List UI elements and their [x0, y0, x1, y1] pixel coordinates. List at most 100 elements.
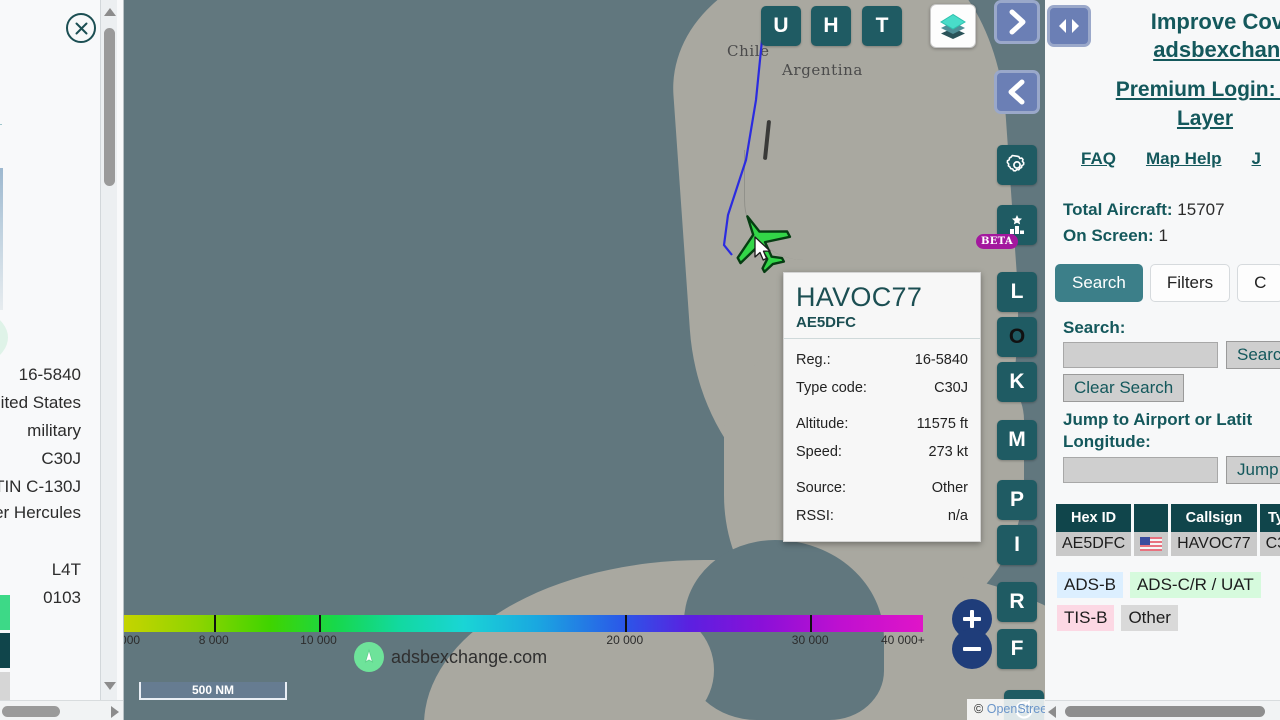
gear-icon [1006, 154, 1025, 172]
close-panel-button[interactable] [66, 13, 96, 43]
total-aircraft-value: 15707 [1177, 200, 1225, 219]
clear-search-button[interactable]: Clear Search [1063, 373, 1185, 402]
popup-spacer [796, 467, 968, 475]
left-panel-horizontal-scrollbar[interactable] [0, 700, 123, 720]
sidebar-heading-line2[interactable]: adsbexchang [1102, 36, 1280, 64]
scale-tick [213, 615, 216, 632]
plus-icon [963, 610, 981, 628]
scroll-up-arrow-icon[interactable] [104, 8, 116, 16]
scale-label-20000: 20 000 [606, 633, 644, 647]
search-input[interactable] [1063, 341, 1218, 368]
popup-label-speed: Speed: [796, 444, 842, 461]
jump-label-line1: Jump to Airport or Latit [1063, 409, 1253, 429]
search-button[interactable]: Searc [1226, 340, 1280, 369]
chevron-right-icon [1009, 9, 1026, 35]
map-next-aircraft-button[interactable] [994, 0, 1040, 44]
map-canvas[interactable]: Chile Argentina U H T BETA L O K M P I R… [124, 0, 1169, 720]
tab-filters[interactable]: Filters [1149, 263, 1231, 302]
scale-label-6000: 6 000 [124, 633, 141, 647]
legend-chip-adsb[interactable]: ADS-B [1057, 571, 1123, 598]
flag-us-svg [1140, 536, 1163, 551]
aircraft-detail-panel[interactable]: opy Link ge.com er 16-5840 nited States … [0, 0, 124, 720]
scroll-left-arrow-icon[interactable] [1048, 706, 1056, 718]
scale-tick [624, 615, 627, 632]
left-panel-hscroll-thumb[interactable] [2, 706, 60, 717]
scroll-down-arrow-icon[interactable] [104, 682, 116, 690]
minus-icon [963, 647, 981, 651]
detail-country: nited States [0, 393, 81, 412]
total-aircraft-row: Total Aircraft: 15707 [1063, 197, 1280, 223]
column-header-hexid[interactable]: Hex ID [1056, 503, 1132, 532]
map-button-i[interactable]: I [997, 525, 1037, 565]
sidebar-panel[interactable]: Improve Cove adsbexchang Premium Login: … [1045, 0, 1280, 720]
map-button-r[interactable]: R [997, 582, 1037, 622]
map-button-p[interactable]: P [997, 480, 1037, 520]
legend-chip-adsc[interactable]: ADS-C/R / UAT [1129, 571, 1261, 598]
left-panel-vertical-scrollbar[interactable] [100, 0, 117, 700]
map-button-k[interactable]: K [997, 362, 1037, 402]
legend-chip-tisb[interactable]: TIS-B [1057, 604, 1115, 631]
scale-label-8000: 8 000 [198, 633, 229, 647]
column-header-callsign[interactable]: Callsign [1171, 503, 1257, 532]
activity-tab-button[interactable]: TIVITY [0, 633, 10, 668]
scale-label-30000: 30 000 [791, 633, 829, 647]
jump-label-line2: Longitude: [1063, 431, 1151, 451]
map-button-o[interactable]: O [997, 317, 1037, 357]
popup-value-typecode: C30J [934, 380, 968, 397]
left-panel-scroll-thumb[interactable] [104, 28, 115, 186]
popup-row-source: Source: Other [796, 475, 968, 503]
jump-section-label: Jump to Airport or Latit Longitude: [1045, 409, 1280, 453]
cell-callsign[interactable]: HAVOC77 [1171, 531, 1257, 556]
aircraft-photo [0, 168, 3, 310]
cell-hexid[interactable]: AE5DFC [1056, 531, 1132, 556]
legend-chip-other[interactable]: Other [1121, 604, 1178, 631]
column-header-type[interactable]: Typ [1259, 503, 1280, 532]
map-button-t[interactable]: T [862, 6, 902, 46]
popup-value-reg: 16-5840 [914, 352, 968, 369]
details-tab-button[interactable]: TAILS [0, 595, 10, 630]
premium-login-link[interactable]: Premium Login: n Layer [1045, 76, 1280, 133]
scroll-right-arrow-icon[interactable] [111, 706, 119, 718]
us-flag-icon [1140, 536, 1163, 551]
source-legend: ADS-B ADS-C/R / UAT TIS-B Other [1045, 571, 1280, 631]
jump-input[interactable] [1063, 456, 1218, 483]
popup-row-reg: Reg.: 16-5840 [796, 347, 968, 375]
jump-button[interactable]: Jump [1226, 455, 1280, 484]
search-row: Searc [1045, 340, 1280, 369]
aircraft-table[interactable]: Hex ID Callsign Typ AE5DFC [1045, 503, 1280, 556]
map-prev-aircraft-button[interactable] [994, 70, 1040, 114]
adsbexchange-app: Chile Argentina U H T BETA L O K M P I R… [0, 0, 1280, 720]
popup-row-altitude: Altitude: 11575 ft [796, 411, 968, 439]
map-settings-button[interactable] [997, 145, 1037, 185]
sidebar-horizontal-scrollbar[interactable] [1045, 700, 1280, 720]
faq-link[interactable]: FAQ [1081, 149, 1116, 169]
map-layers-button[interactable] [930, 4, 976, 48]
detail-operator-type: military [27, 421, 81, 440]
popup-label-reg: Reg.: [796, 352, 831, 369]
map-button-m[interactable]: M [997, 420, 1037, 460]
map-button-h[interactable]: H [811, 6, 851, 46]
map-button-l[interactable]: L [997, 272, 1037, 312]
table-row[interactable]: AE5DFC HAVOC77 C [1056, 531, 1280, 556]
popup-value-altitude: 11575 ft [916, 416, 968, 433]
aircraft-marker-havoc77[interactable] [729, 210, 793, 274]
beta-badge: BETA [976, 234, 1018, 249]
cell-type[interactable]: C30 [1259, 531, 1280, 556]
map-button-f[interactable]: F [997, 629, 1037, 669]
aircraft-info-popup[interactable]: HAVOC77 AE5DFC Reg.: 16-5840 Type code: … [783, 272, 981, 543]
search-section-label: Search: [1063, 317, 1126, 337]
zoom-out-button[interactable] [952, 629, 992, 669]
sidebar-hscroll-thumb[interactable] [1065, 706, 1265, 717]
tab-search[interactable]: Search [1055, 263, 1143, 302]
sidebar-toggle-button[interactable] [1047, 5, 1091, 47]
map-button-u[interactable]: U [761, 6, 801, 46]
on-screen-row: On Screen: 1 [1063, 223, 1280, 249]
popup-row-typecode: Type code: C30J [796, 375, 968, 403]
third-link[interactable]: J [1252, 149, 1261, 169]
map-help-link[interactable]: Map Help [1146, 149, 1222, 169]
plane-up-icon [364, 648, 374, 663]
column-header-flag[interactable] [1134, 503, 1169, 532]
altitude-gradient-bar: 6 000 8 000 10 000 20 000 30 000 40 000+ [124, 615, 925, 647]
popup-label-typecode: Type code: [796, 380, 867, 397]
tab-third[interactable]: C [1237, 263, 1280, 302]
